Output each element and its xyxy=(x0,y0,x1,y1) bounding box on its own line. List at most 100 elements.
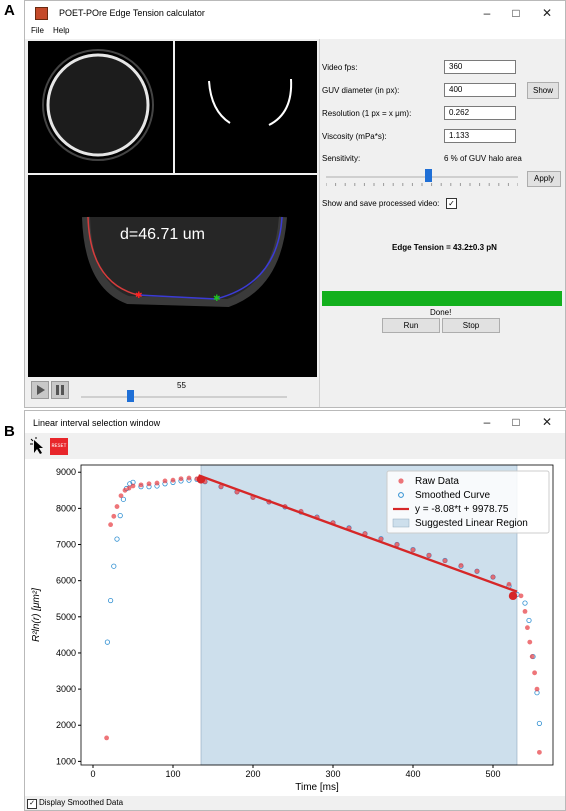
raw-point xyxy=(146,481,152,487)
y-tick-label: 6000 xyxy=(56,576,76,586)
panel-label-a: A xyxy=(4,2,15,19)
sensitivity-ticks xyxy=(326,183,518,186)
raw-point xyxy=(118,493,124,499)
pause-icon xyxy=(56,385,64,395)
panel-label-b: B xyxy=(4,423,15,440)
diameter-input[interactable]: 400 xyxy=(444,83,516,97)
y-tick-label: 7000 xyxy=(56,540,76,550)
edge-arcs-image xyxy=(208,78,293,126)
sensitivity-slider-thumb[interactable] xyxy=(424,169,432,182)
status-text: Done! xyxy=(430,308,452,317)
diameter-label: GUV diameter (in px): xyxy=(322,86,400,95)
progress-fill xyxy=(322,291,562,306)
play-button[interactable] xyxy=(31,381,49,399)
smooth-data-label: Display Smoothed Data xyxy=(39,798,124,807)
fps-input[interactable]: 360 xyxy=(444,60,516,74)
reset-button[interactable]: RESET xyxy=(50,438,68,455)
fps-label: Video fps: xyxy=(322,63,358,72)
smoothed-point xyxy=(526,617,532,624)
stop-button[interactable]: Stop xyxy=(442,318,500,333)
show-button[interactable]: Show xyxy=(527,82,559,99)
legend-smooth-label: Smoothed Curve xyxy=(415,490,490,501)
y-tick-label: 9000 xyxy=(56,467,76,477)
raw-point xyxy=(130,483,136,489)
apply-button[interactable]: Apply xyxy=(527,171,561,187)
frame-number: 55 xyxy=(177,381,186,390)
resolution-label: Resolution (1 px = x μm): xyxy=(322,109,412,118)
smooth-checkbox-row: ✓ Display Smoothed Data xyxy=(25,796,565,810)
menu-help[interactable]: Help xyxy=(53,26,69,35)
smoothed-point xyxy=(104,639,111,645)
raw-point xyxy=(532,670,537,676)
smoothed-point xyxy=(117,513,123,519)
plot-maximize-button[interactable]: □ xyxy=(505,413,527,431)
raw-point xyxy=(170,477,176,483)
x-tick-label: 200 xyxy=(245,769,260,779)
run-button[interactable]: Run xyxy=(382,318,440,333)
raw-point xyxy=(154,480,160,486)
selected-endpoint xyxy=(508,591,518,601)
y-tick-label: 8000 xyxy=(56,503,76,513)
selected-endpoint xyxy=(196,475,206,484)
chart[interactable]: 0 100 200 300 400 500 1000 2000 3000 4000 5000 6000… xyxy=(25,459,565,795)
legend-raw-label: Raw Data xyxy=(415,476,459,487)
raw-point xyxy=(506,581,512,587)
raw-point xyxy=(458,563,464,568)
raw-point xyxy=(426,552,432,558)
plot-close-button[interactable]: ✕ xyxy=(536,413,558,431)
plot-window: Linear interval selection window – □ ✕ R… xyxy=(24,410,566,811)
raw-point xyxy=(111,513,117,519)
plot-window-title: Linear interval selection window xyxy=(33,418,161,428)
raw-point xyxy=(114,504,120,509)
checkmark-icon: ✓ xyxy=(448,199,455,208)
raw-point xyxy=(178,476,184,482)
select-pointer-icon[interactable] xyxy=(29,437,45,455)
plot-title-bar: Linear interval selection window – □ ✕ xyxy=(25,411,565,433)
minimize-button[interactable]: – xyxy=(476,4,498,22)
x-tick-label: 100 xyxy=(165,769,180,779)
show-video-checkbox[interactable]: ✓ xyxy=(446,198,457,209)
legend-raw-marker xyxy=(398,478,404,484)
sensitivity-slider-track[interactable] xyxy=(326,176,518,178)
y-tick-label: 1000 xyxy=(56,756,76,766)
checkmark-icon: ✓ xyxy=(29,800,35,807)
raw-frame-view xyxy=(28,41,173,173)
resolution-input[interactable]: 0.262 xyxy=(444,106,516,120)
raw-point xyxy=(537,749,542,755)
raw-point xyxy=(108,522,113,528)
smoothed-point xyxy=(522,600,528,606)
sensitivity-value: 6 % of GUV halo area xyxy=(444,154,522,163)
frame-slider-track[interactable] xyxy=(81,396,287,398)
viscosity-input[interactable]: 1.133 xyxy=(444,129,516,143)
menu-bar: File Help xyxy=(25,25,565,39)
menu-file[interactable]: File xyxy=(31,26,44,35)
raw-vesicle-image xyxy=(42,49,154,161)
close-button[interactable]: ✕ xyxy=(536,4,558,22)
smooth-data-checkbox[interactable]: ✓ xyxy=(27,799,37,809)
sensitivity-label: Sensitivity: xyxy=(322,154,361,163)
maximize-button[interactable]: □ xyxy=(505,4,527,22)
pore-marker-red: ✱ xyxy=(135,290,143,300)
show-video-label: Show and save processed video: xyxy=(322,199,440,208)
raw-point xyxy=(525,625,530,631)
raw-point xyxy=(186,475,192,481)
plot-minimize-button[interactable]: – xyxy=(476,413,498,431)
plot-toolbar: RESET xyxy=(25,433,565,459)
raw-point xyxy=(162,478,168,484)
controls-panel: Video fps: 360 GUV diameter (in px): 400… xyxy=(319,39,566,407)
raw-point xyxy=(490,574,496,580)
legend-fit-label: y = -8.08*t + 9978.75 xyxy=(415,504,509,515)
raw-point xyxy=(442,558,448,564)
raw-point xyxy=(529,654,535,659)
frame-slider-thumb[interactable] xyxy=(127,390,135,402)
raw-point xyxy=(138,482,144,488)
pore-marker-green: ✱ xyxy=(213,293,221,303)
legend-region-marker xyxy=(392,518,410,528)
x-tick-label: 400 xyxy=(405,769,420,779)
smoothed-point xyxy=(536,720,543,727)
y-tick-label: 3000 xyxy=(56,684,76,694)
main-window: POET-POre Edge Tension calculator – □ ✕ … xyxy=(24,0,566,408)
raw-point xyxy=(104,735,109,741)
smoothed-point xyxy=(111,563,117,569)
pause-button[interactable] xyxy=(51,381,69,399)
